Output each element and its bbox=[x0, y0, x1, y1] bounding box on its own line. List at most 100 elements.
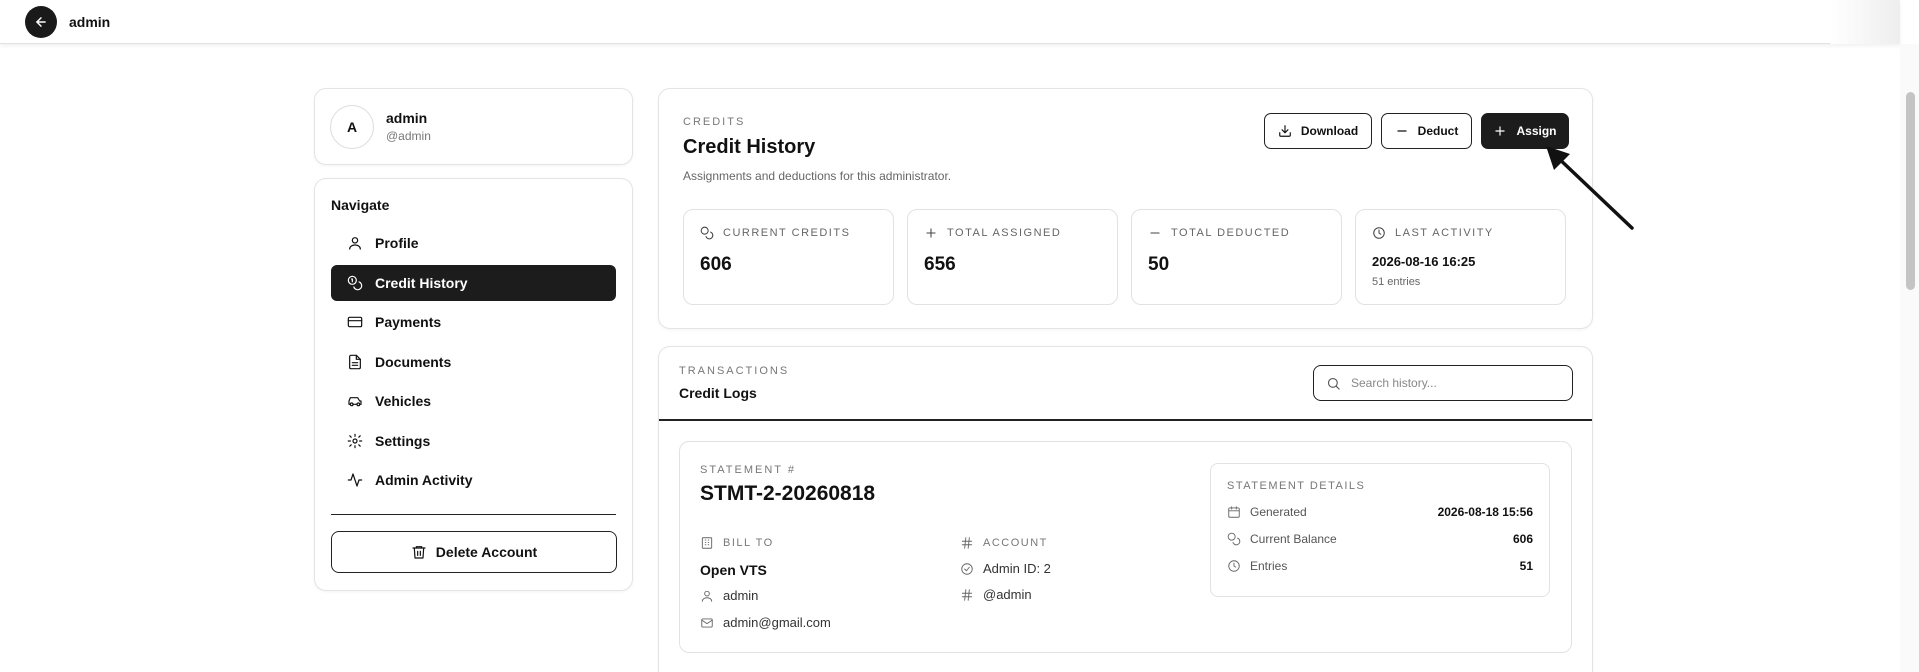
sidebar-item-settings[interactable]: Settings bbox=[331, 423, 616, 459]
gear-icon bbox=[347, 433, 363, 448]
details-eyebrow: STATEMENT DETAILS bbox=[1227, 480, 1366, 492]
stat-total-deducted: TOTAL DEDUCTED 50 bbox=[1131, 209, 1342, 305]
account-handle: @admin bbox=[960, 587, 1032, 602]
bill-to-email: admin@gmail.com bbox=[700, 615, 831, 630]
sidebar-item-label: Profile bbox=[375, 235, 419, 251]
clock-icon bbox=[1373, 227, 1385, 239]
statement-number: STMT-2-20260818 bbox=[700, 482, 876, 505]
trash-icon bbox=[412, 546, 426, 559]
deduct-button[interactable]: Deduct bbox=[1381, 113, 1472, 149]
delete-account-label: Delete Account bbox=[435, 544, 538, 560]
stat-label: LAST ACTIVITY bbox=[1395, 227, 1494, 239]
account-label-text: ACCOUNT bbox=[983, 537, 1048, 549]
topbar-fade bbox=[1830, 0, 1900, 44]
account-id-text: Admin ID: 2 bbox=[983, 561, 1051, 576]
statement-eyebrow: STATEMENT # bbox=[700, 464, 796, 476]
download-button[interactable]: Download bbox=[1264, 113, 1372, 149]
avatar: A bbox=[330, 104, 374, 149]
mail-icon bbox=[701, 617, 713, 628]
sidebar-item-label: Credit History bbox=[375, 274, 468, 291]
minus-icon bbox=[1396, 130, 1407, 132]
stat-current-credits: CURRENT CREDITS 606 bbox=[683, 209, 894, 305]
hash-icon bbox=[961, 588, 973, 601]
sidebar-item-payments[interactable]: Payments bbox=[331, 304, 616, 340]
account-handle-text: @admin bbox=[983, 587, 1032, 602]
detail-label: Current Balance bbox=[1250, 532, 1337, 546]
profile-name: admin bbox=[386, 110, 428, 126]
sidebar-item-admin-activity[interactable]: Admin Activity bbox=[331, 462, 616, 498]
clock-icon bbox=[1228, 560, 1240, 572]
sidebar-item-label: Vehicles bbox=[375, 393, 432, 409]
download-label: Download bbox=[1300, 124, 1359, 138]
search-input[interactable] bbox=[1351, 376, 1561, 390]
nav-divider bbox=[331, 514, 616, 515]
credits-title: Credit History bbox=[683, 136, 816, 158]
stat-value: 50 bbox=[1148, 254, 1170, 275]
credit-logs-card: TRANSACTIONS Credit Logs STATEMENT # STM… bbox=[658, 346, 1593, 672]
coins-icon bbox=[1227, 532, 1241, 546]
stat-last-activity: LAST ACTIVITY 2026-08-16 16:25 51 entrie… bbox=[1355, 209, 1566, 305]
coins-icon bbox=[700, 226, 714, 240]
stat-label: TOTAL DEDUCTED bbox=[1171, 227, 1291, 239]
account-id: Admin ID: 2 bbox=[960, 561, 1051, 576]
bill-to-label-text: BILL TO bbox=[723, 537, 774, 549]
back-button[interactable] bbox=[25, 5, 57, 38]
building-icon bbox=[701, 537, 713, 549]
delete-account-button[interactable]: Delete Account bbox=[331, 531, 617, 573]
file-text-icon bbox=[349, 354, 361, 369]
profile-handle: @admin bbox=[386, 129, 431, 143]
hash-icon bbox=[961, 537, 973, 549]
logs-divider bbox=[659, 419, 1592, 421]
scrollbar-thumb[interactable] bbox=[1906, 92, 1915, 290]
stat-label: CURRENT CREDITS bbox=[723, 227, 851, 239]
account-label: ACCOUNT bbox=[960, 536, 1048, 550]
bill-to-user: admin bbox=[700, 588, 758, 603]
page-title: admin bbox=[69, 13, 111, 30]
coins-icon bbox=[347, 275, 363, 290]
detail-label: Entries bbox=[1250, 559, 1288, 573]
search-box[interactable] bbox=[1313, 365, 1573, 401]
sidebar-item-credit-history[interactable]: Credit History bbox=[331, 264, 616, 301]
sidebar-item-profile[interactable]: Profile bbox=[331, 225, 616, 261]
sidebar-item-vehicles[interactable]: Vehicles bbox=[331, 383, 616, 419]
pointer-arrow-icon bbox=[1546, 146, 1634, 230]
credits-card: CREDITS Credit History Assignments and d… bbox=[658, 88, 1593, 329]
stat-total-assigned: TOTAL ASSIGNED 656 bbox=[907, 209, 1118, 305]
sidebar-item-documents[interactable]: Documents bbox=[331, 344, 616, 380]
top-bar: admin bbox=[0, 0, 1900, 44]
bill-to-user-text: admin bbox=[723, 588, 759, 603]
nav-heading: Navigate bbox=[331, 197, 390, 213]
plus-icon bbox=[1495, 126, 1506, 136]
user-icon bbox=[701, 590, 713, 602]
detail-value: 2026-08-18 15:56 bbox=[1437, 505, 1533, 519]
profile-card: A admin @admin bbox=[314, 88, 633, 165]
statement-details: STATEMENT DETAILS Generated 2026-08-18 1… bbox=[1210, 463, 1550, 597]
stat-note: 51 entries bbox=[1372, 276, 1421, 288]
calendar-icon bbox=[1228, 506, 1240, 518]
user-icon bbox=[349, 237, 361, 250]
navigation-card: Navigate Profile Credit History Payments… bbox=[314, 178, 633, 591]
scrollbar-track[interactable] bbox=[1900, 44, 1919, 672]
sidebar-item-label: Admin Activity bbox=[375, 472, 473, 488]
activity-icon bbox=[347, 473, 363, 487]
sidebar-item-label: Documents bbox=[375, 353, 452, 370]
stat-value: 2026-08-16 16:25 bbox=[1372, 254, 1476, 269]
car-icon bbox=[348, 397, 362, 407]
detail-row-entries: Entries 51 bbox=[1227, 559, 1533, 573]
stat-value: 656 bbox=[924, 254, 956, 275]
bill-to-email-text: admin@gmail.com bbox=[723, 615, 831, 630]
plus-icon bbox=[926, 228, 936, 238]
credits-eyebrow: CREDITS bbox=[683, 116, 746, 128]
bill-to-name: Open VTS bbox=[700, 562, 767, 578]
arrow-left-icon bbox=[36, 16, 46, 27]
logs-eyebrow: TRANSACTIONS bbox=[679, 365, 790, 377]
minus-icon bbox=[1150, 232, 1160, 234]
stat-label: TOTAL ASSIGNED bbox=[947, 227, 1062, 239]
detail-value: 606 bbox=[1512, 532, 1533, 546]
logs-title: Credit Logs bbox=[679, 385, 757, 401]
detail-row-generated: Generated 2026-08-18 15:56 bbox=[1227, 505, 1533, 519]
detail-row-balance: Current Balance 606 bbox=[1227, 532, 1533, 546]
search-icon bbox=[1327, 377, 1340, 390]
statement-card: STATEMENT # STMT-2-20260818 BILL TO Open… bbox=[679, 441, 1572, 653]
credit-card-icon bbox=[347, 316, 363, 328]
